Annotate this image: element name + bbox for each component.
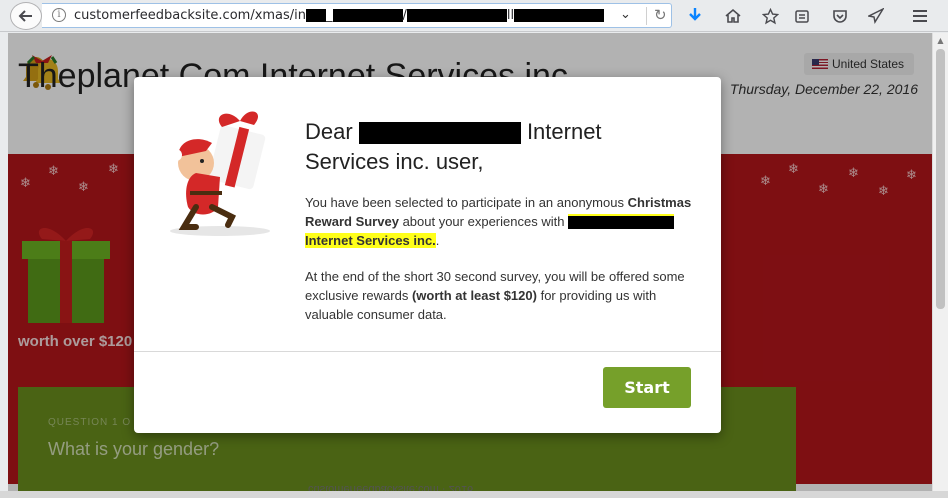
scroll-up-icon[interactable]: ▲ xyxy=(933,33,948,48)
p1-text-2: about your experiences with xyxy=(402,214,565,229)
dropdown-icon[interactable]: ⌄ xyxy=(620,7,631,22)
url-redaction xyxy=(514,9,605,22)
reading-list-icon[interactable] xyxy=(789,3,815,29)
p2-bold: (worth at least $120) xyxy=(411,288,537,303)
greeting-redaction xyxy=(358,122,521,145)
modal-divider xyxy=(134,351,721,352)
home-icon[interactable] xyxy=(720,3,746,29)
pocket-icon[interactable] xyxy=(827,3,853,29)
send-icon[interactable] xyxy=(863,3,889,29)
survey-modal: Dear Internet Services inc. user, You ha… xyxy=(134,77,721,433)
url-redaction xyxy=(332,9,403,22)
p1-text: You have been selected to participate in… xyxy=(305,195,624,210)
download-icon[interactable] xyxy=(682,3,708,29)
star-icon[interactable] xyxy=(757,3,783,29)
modal-paragraph-2: At the end of the short 30 second survey… xyxy=(305,267,705,324)
company-name: Internet Services inc. xyxy=(305,233,436,248)
company-redaction xyxy=(568,216,675,230)
back-button[interactable] xyxy=(10,2,42,30)
back-arrow-icon xyxy=(18,10,32,22)
bottom-strip xyxy=(0,491,948,498)
reload-icon[interactable]: ↻ xyxy=(654,6,667,24)
url-bar[interactable]: i customerfeedbacksite.com/xmas/in _ / ll ⌄… xyxy=(42,3,672,28)
browser-toolbar: i customerfeedbacksite.com/xmas/in _ / ll ⌄… xyxy=(0,0,948,32)
page-viewport: Theplanet Com Internet Services inc. Uni… xyxy=(8,33,932,491)
modal-body: You have been selected to participate in… xyxy=(305,193,705,341)
scroll-thumb[interactable] xyxy=(936,49,945,309)
p1-end: . xyxy=(435,233,440,248)
info-icon[interactable]: i xyxy=(52,8,66,22)
start-button[interactable]: Start xyxy=(603,367,691,408)
url-text[interactable]: customerfeedbacksite.com/xmas/in _ / ll xyxy=(74,8,605,23)
menu-icon[interactable] xyxy=(907,3,933,29)
url-fragment: ll xyxy=(506,8,515,23)
url-separator xyxy=(646,7,647,25)
url-redaction xyxy=(306,9,327,22)
vertical-scrollbar[interactable]: ▲ xyxy=(932,33,948,491)
modal-paragraph-1: You have been selected to participate in… xyxy=(305,193,705,250)
modal-greeting: Dear Internet Services inc. user, xyxy=(305,117,685,177)
url-redaction xyxy=(406,9,507,22)
greeting-start: Dear xyxy=(305,119,353,144)
elf-icon xyxy=(170,111,270,236)
url-visible-text: customerfeedbacksite.com/xmas/in xyxy=(74,8,307,23)
